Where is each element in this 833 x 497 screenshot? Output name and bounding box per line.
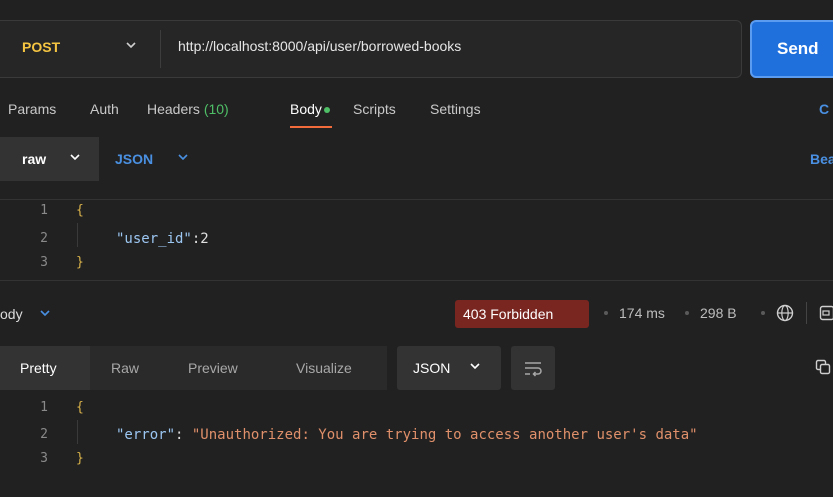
active-tab-indicator	[290, 126, 332, 128]
divider	[806, 302, 807, 324]
json-key: "user_id"	[116, 231, 192, 247]
chevron-down-icon	[178, 154, 188, 161]
chevron-down-icon	[470, 363, 480, 370]
body-modified-dot	[324, 107, 330, 113]
method-divider	[160, 30, 161, 68]
response-body-viewer[interactable]: "error": "Unauthorized: You are trying t…	[116, 427, 698, 443]
response-time[interactable]: 174 ms	[619, 305, 665, 321]
line-number: 3	[40, 451, 48, 466]
body-format-dropdown[interactable]: JSON	[115, 151, 153, 167]
indent-guide	[77, 223, 78, 247]
line-number: 2	[40, 427, 48, 442]
request-body-editor[interactable]: "user_id":2	[116, 231, 209, 247]
open-brace: {	[76, 400, 84, 415]
body-mode-dropdown[interactable]	[0, 137, 99, 181]
tab-body[interactable]: Body	[290, 101, 322, 117]
response-size[interactable]: 298 B	[700, 305, 737, 321]
view-tab-pretty[interactable]: Pretty	[0, 346, 90, 390]
separator-dot	[685, 311, 689, 315]
json-colon: :	[175, 427, 192, 443]
divider	[0, 199, 833, 200]
url-input[interactable]: http://localhost:8000/api/user/borrowed-…	[178, 38, 461, 54]
close-brace: }	[76, 255, 84, 270]
save-icon[interactable]	[819, 305, 833, 321]
chevron-down-icon	[70, 154, 80, 161]
response-format-label: JSON	[413, 360, 451, 376]
copy-icon[interactable]	[815, 359, 831, 375]
open-brace: {	[76, 203, 84, 218]
view-tab-preview[interactable]: Preview	[188, 360, 238, 376]
chevron-down-icon	[40, 310, 50, 317]
body-mode-label: raw	[22, 151, 47, 167]
tab-auth[interactable]: Auth	[90, 101, 119, 117]
chevron-down-icon[interactable]	[124, 38, 138, 52]
tab-scripts[interactable]: Scripts	[353, 101, 396, 117]
separator-dot	[604, 311, 608, 315]
divider	[0, 280, 833, 281]
beautify-link[interactable]: Bea	[810, 151, 833, 167]
status-badge[interactable]: 403 Forbidden	[455, 300, 589, 328]
line-number: 1	[40, 203, 48, 218]
response-body-dropdown[interactable]: ody	[0, 306, 23, 322]
wrap-lines-icon	[525, 362, 542, 377]
headers-count-badge: (10)	[203, 101, 229, 117]
json-key: "error"	[116, 427, 176, 443]
line-number: 2	[40, 231, 48, 246]
line-number: 1	[40, 400, 48, 415]
cookies-link[interactable]: C	[819, 101, 829, 117]
tab-params[interactable]: Params	[8, 101, 56, 117]
line-number: 3	[40, 255, 48, 270]
close-brace: }	[76, 451, 84, 466]
tab-headers-label: Headers	[147, 101, 200, 117]
json-value: 2	[200, 231, 209, 247]
send-button[interactable]: Send	[750, 20, 833, 78]
tab-settings[interactable]: Settings	[430, 101, 481, 117]
view-tab-visualize[interactable]: Visualize	[296, 360, 352, 376]
indent-guide	[77, 420, 78, 444]
separator-dot	[761, 311, 765, 315]
tab-headers[interactable]: Headers (10)	[147, 101, 229, 117]
globe-icon[interactable]	[776, 304, 794, 322]
method-selector[interactable]: POST	[22, 39, 60, 55]
view-tab-raw[interactable]: Raw	[111, 360, 139, 376]
json-value: "Unauthorized: You are trying to access …	[191, 427, 698, 443]
